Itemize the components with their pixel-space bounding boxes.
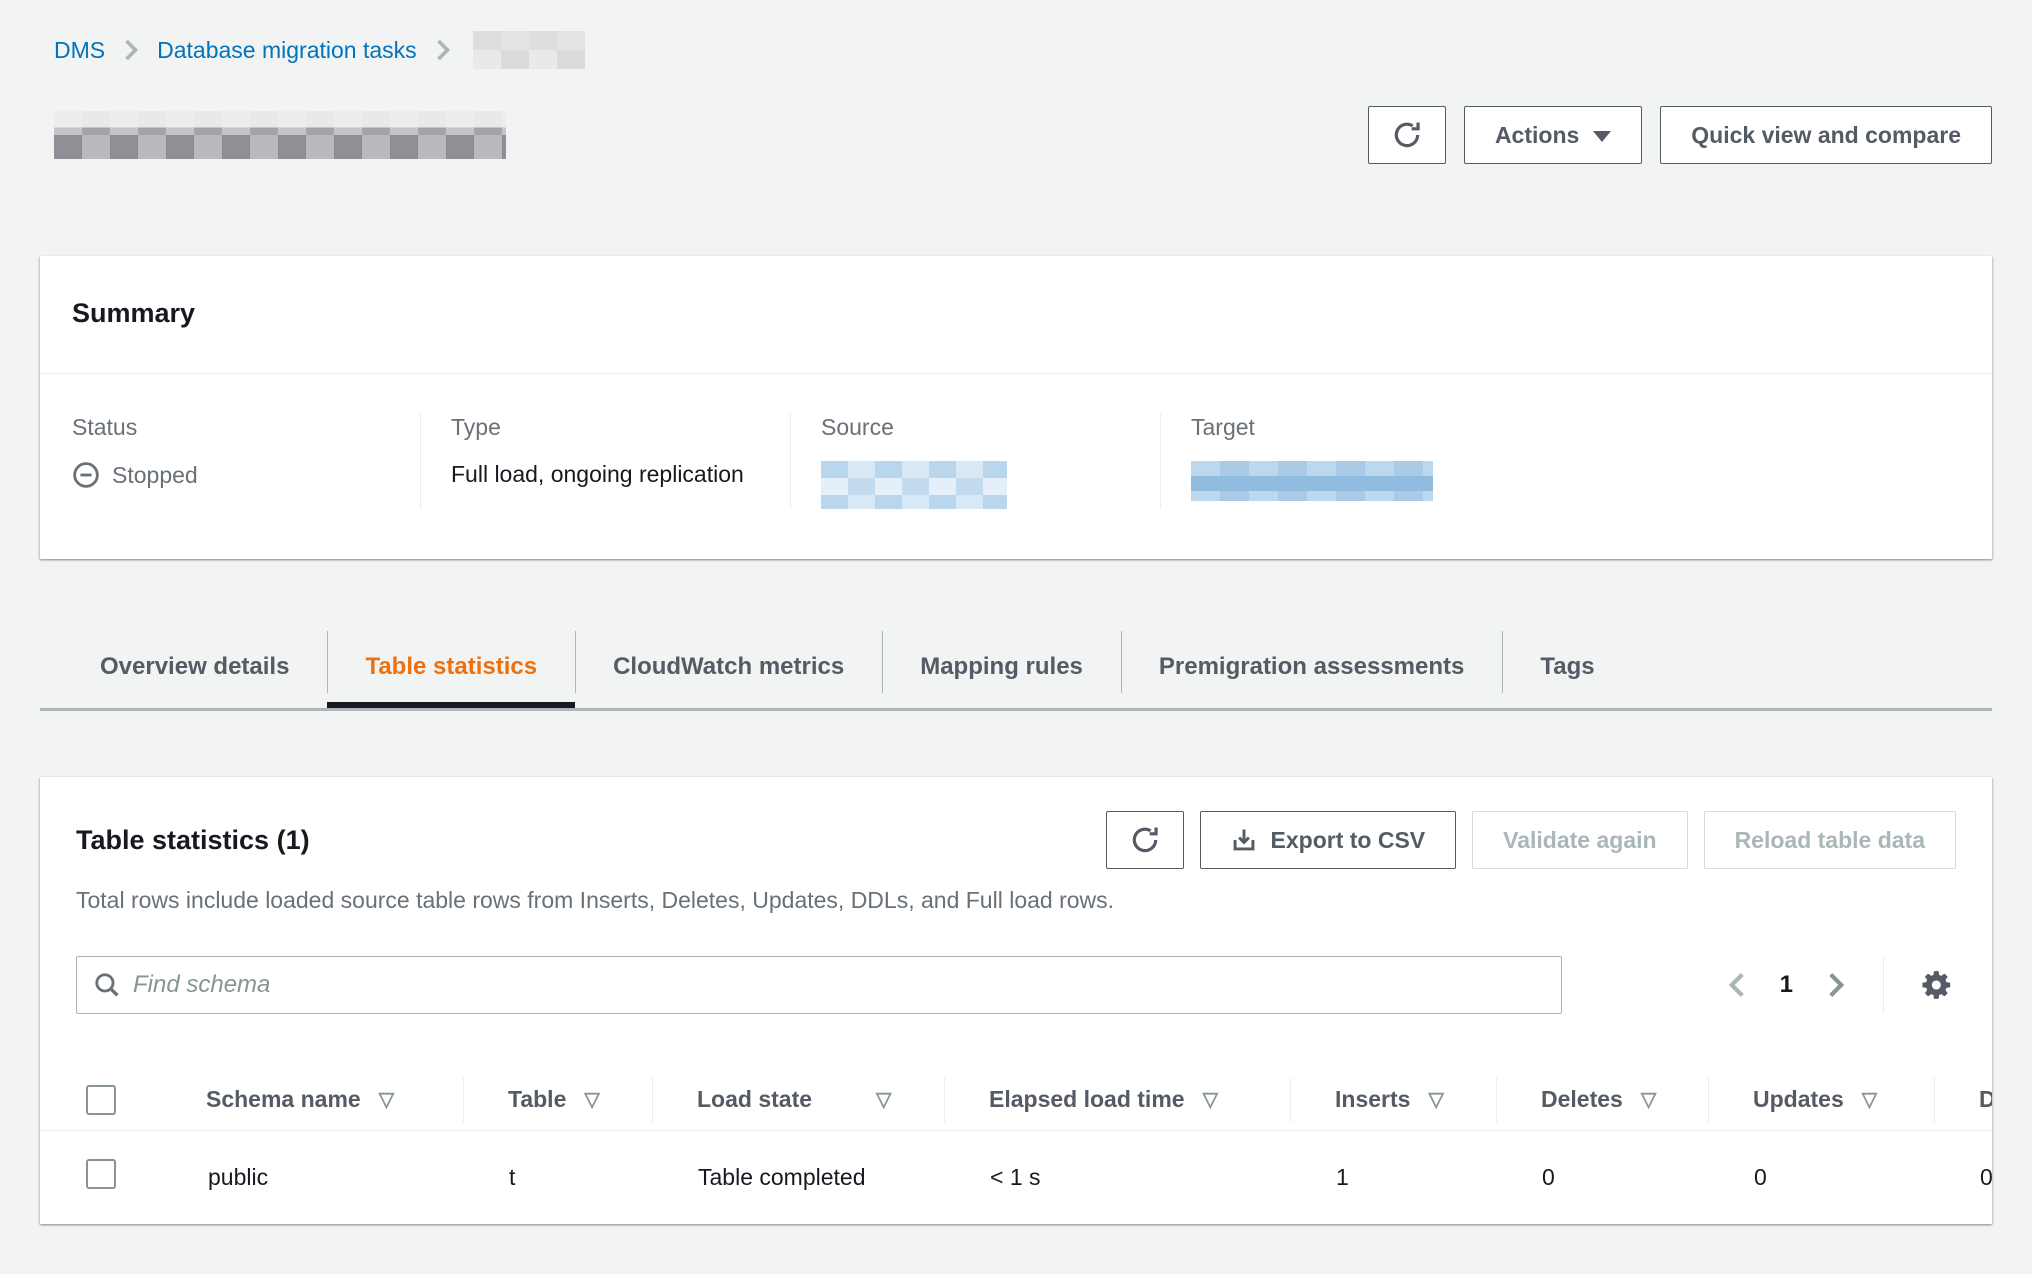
actions-button[interactable]: Actions [1464,106,1642,164]
row-checkbox[interactable] [86,1159,116,1189]
pagination: 1 [1724,957,1956,1013]
dms-task-page: DMS Database migration tasks Actions Qui… [0,0,2032,1224]
table-statistics-actions: Export to CSV Validate again Reload tabl… [1106,811,1956,869]
column-header-deletes[interactable]: Deletes [1541,1086,1623,1113]
validate-again-button[interactable]: Validate again [1472,811,1687,869]
breadcrumb: DMS Database migration tasks [40,30,1992,70]
table-header-row: Schema name ▽ Table ▽ Load state ▽ Elapsed … [40,1070,1992,1130]
next-page-button[interactable] [1823,967,1849,1003]
refresh-icon [1130,825,1160,855]
column-header-ddls[interactable]: DDLs [1979,1086,1992,1113]
status-label: Status [72,414,400,441]
table-settings-button[interactable] [1918,966,1956,1004]
sort-icon[interactable]: ▽ [379,1087,394,1112]
column-header-inserts[interactable]: Inserts [1335,1086,1410,1113]
table-refresh-button[interactable] [1106,811,1184,869]
caret-down-icon [1593,131,1611,142]
breadcrumb-current-redacted [473,31,585,69]
summary-target: Target [1160,414,1992,509]
sort-icon[interactable]: ▽ [876,1087,891,1112]
summary-source: Source [790,414,1160,509]
page-header: Actions Quick view and compare [40,106,1992,164]
source-label: Source [821,414,1140,441]
sort-icon[interactable]: ▽ [1641,1087,1656,1112]
tab-overview-details[interactable]: Overview details [62,625,327,708]
stopped-status-icon [72,461,100,489]
page-title-redacted [54,111,506,159]
cell-ddls: 0 [1934,1130,1992,1224]
refresh-icon [1392,120,1422,150]
summary-type: Type Full load, ongoing replication [420,414,790,509]
download-icon [1231,827,1257,853]
tab-cloudwatch-metrics[interactable]: CloudWatch metrics [575,625,882,708]
table-row: public t Table completed < 1 s 1 0 0 0 [40,1130,1992,1224]
column-header-schema-name[interactable]: Schema name [206,1086,361,1113]
type-label: Type [451,414,770,441]
status-value: Stopped [112,462,198,489]
sort-icon[interactable]: ▽ [1428,1087,1443,1112]
export-to-csv-label: Export to CSV [1271,827,1426,854]
column-header-load-state[interactable]: Load state [697,1086,812,1113]
cell-elapsed-load-time: < 1 s [944,1130,1290,1224]
tab-premigration-assessments[interactable]: Premigration assessments [1121,625,1502,708]
find-schema-search [76,956,1562,1014]
quick-view-label: Quick view and compare [1691,122,1961,149]
chevron-right-icon [435,38,451,62]
table-statistics-card: Table statistics (1) Export to CSV [40,777,1992,1224]
gear-icon [1920,968,1954,1002]
reload-table-data-button[interactable]: Reload table data [1704,811,1956,869]
summary-title: Summary [72,298,1960,329]
find-schema-input[interactable] [133,971,1545,999]
table-statistics-description: Total rows include loaded source table r… [76,887,1956,914]
column-header-table[interactable]: Table [508,1086,566,1113]
summary-grid: Status Stopped Type Full load, ongoing r… [40,374,1992,559]
column-header-updates[interactable]: Updates [1753,1086,1844,1113]
cell-inserts: 1 [1290,1130,1496,1224]
validate-again-label: Validate again [1503,827,1656,854]
target-label: Target [1191,414,1972,441]
target-value-redacted[interactable] [1191,461,1433,501]
sort-icon[interactable]: ▽ [1862,1087,1877,1112]
current-page-number[interactable]: 1 [1780,971,1793,999]
source-value-redacted[interactable] [821,461,1007,509]
reload-table-data-label: Reload table data [1735,827,1925,854]
actions-button-label: Actions [1495,122,1579,149]
type-value: Full load, ongoing replication [451,461,744,488]
tab-tags[interactable]: Tags [1502,625,1632,708]
quick-view-compare-button[interactable]: Quick view and compare [1660,106,1992,164]
cell-load-state: Table completed [652,1130,944,1224]
cell-table: t [463,1130,652,1224]
previous-page-button[interactable] [1724,967,1750,1003]
summary-status: Status Stopped [40,414,420,509]
cell-schema-name: public [162,1130,463,1224]
header-actions: Actions Quick view and compare [1368,106,1992,164]
tab-mapping-rules[interactable]: Mapping rules [882,625,1121,708]
breadcrumb-dms-link[interactable]: DMS [54,37,105,64]
sort-icon[interactable]: ▽ [1203,1087,1218,1112]
tab-table-statistics[interactable]: Table statistics [327,625,575,708]
pagination-divider [1883,957,1884,1013]
cell-deletes: 0 [1496,1130,1708,1224]
summary-card-header: Summary [40,256,1992,374]
column-header-elapsed-load-time[interactable]: Elapsed load time [989,1086,1185,1113]
cell-updates: 0 [1708,1130,1934,1224]
search-icon [93,971,121,999]
task-detail-tabs: Overview details Table statistics CloudW… [40,625,1992,711]
refresh-button[interactable] [1368,106,1446,164]
sort-icon[interactable]: ▽ [584,1087,599,1112]
table-statistics-title: Table statistics (1) [76,825,310,856]
select-all-checkbox[interactable] [86,1085,116,1115]
chevron-right-icon [123,38,139,62]
breadcrumb-tasks-link[interactable]: Database migration tasks [157,37,417,64]
table-statistics-table: Schema name ▽ Table ▽ Load state ▽ Elapsed … [40,1070,1992,1224]
export-to-csv-button[interactable]: Export to CSV [1200,811,1457,869]
summary-card: Summary Status Stopped Type Full load, o… [40,256,1992,559]
